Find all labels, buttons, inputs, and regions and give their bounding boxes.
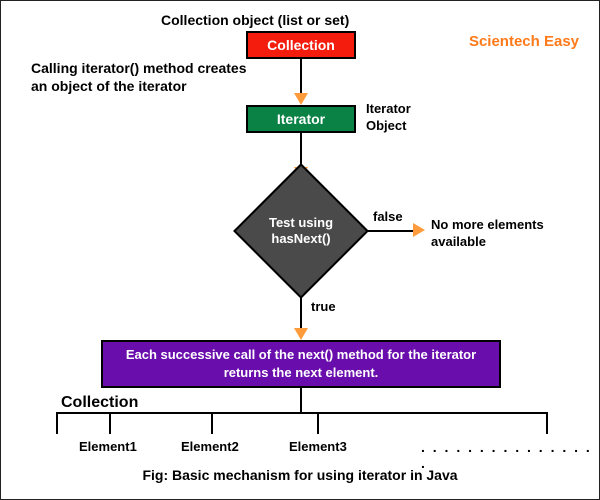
arrowhead-1	[294, 93, 308, 105]
collection-bottom-label: Collection	[61, 393, 138, 414]
true-label: true	[311, 299, 336, 316]
element-1: Element1	[79, 439, 137, 456]
arrowhead-true	[294, 328, 308, 340]
brand-label: Scientech Easy	[469, 33, 579, 50]
bracket-drop-3	[317, 412, 319, 434]
iterator-box: Iterator	[246, 105, 356, 133]
false-label: false	[373, 209, 403, 226]
bracket-stem	[300, 388, 302, 412]
calling-iterator-text: Calling iterator() method creates an obj…	[31, 59, 261, 95]
iterator-object-label: Iterator Object	[366, 101, 436, 135]
bracket-horizontal	[56, 412, 546, 414]
bracket-drop-2	[211, 412, 213, 434]
false-result-text: No more elements available	[431, 217, 581, 251]
collection-box: Collection	[246, 31, 356, 59]
bracket-drop-right	[546, 412, 548, 434]
bracket-drop-left	[56, 412, 58, 434]
bracket-drop-1	[109, 412, 111, 434]
element-2: Element2	[181, 439, 239, 456]
true-branch-line	[300, 298, 302, 328]
false-branch-line	[368, 230, 413, 232]
element-3: Element3	[289, 439, 347, 456]
arrowhead-false	[413, 223, 425, 237]
decision-text: Test using hasNext()	[241, 215, 361, 248]
arrow-collection-iterator	[300, 59, 302, 93]
figure-caption: Fig: Basic mechanism for using iterator …	[1, 467, 599, 483]
header-label: Collection object (list or set)	[161, 11, 349, 29]
diagram-canvas: Scientech Easy Collection object (list o…	[0, 0, 600, 500]
next-method-box: Each successive call of the next() metho…	[101, 340, 501, 388]
